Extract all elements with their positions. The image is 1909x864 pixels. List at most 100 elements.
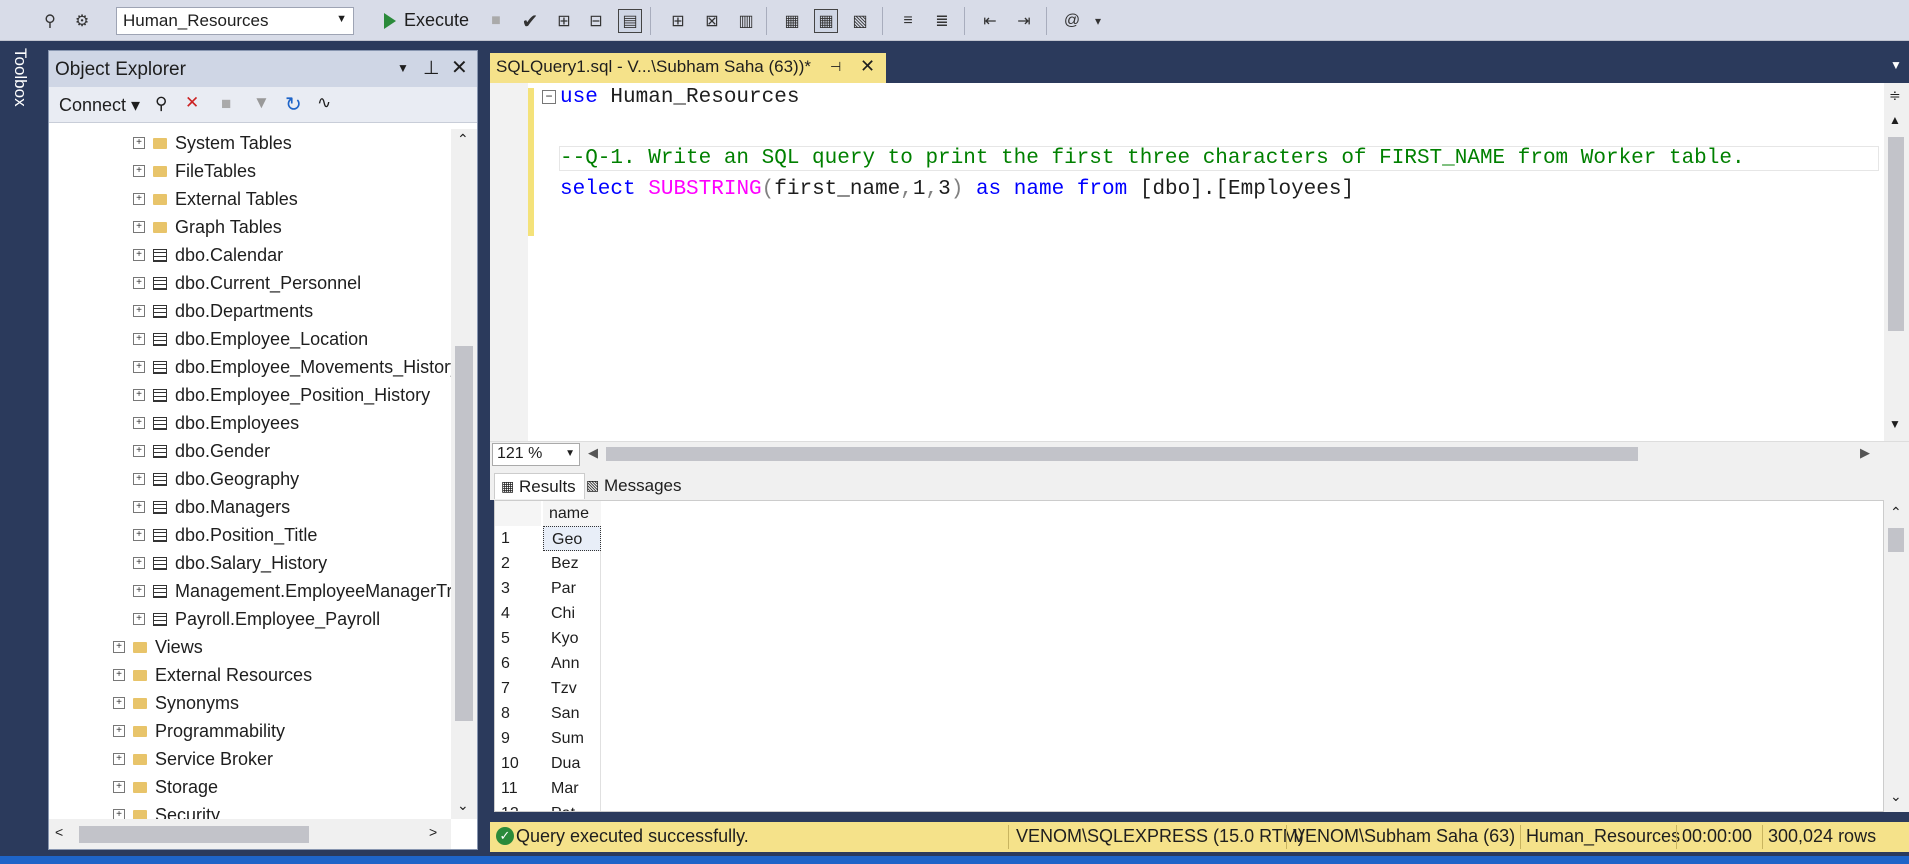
expand-icon[interactable]: + xyxy=(113,641,125,653)
connect-dropdown[interactable]: Connect ▾ xyxy=(59,95,140,116)
tree-item[interactable]: + dbo.Geography xyxy=(133,465,299,493)
result-cell[interactable]: Mar xyxy=(543,776,601,801)
results-file-icon[interactable]: ▧ xyxy=(848,9,872,33)
row-number[interactable]: 5 xyxy=(501,626,541,651)
result-cell[interactable]: Tzv xyxy=(543,676,601,701)
expand-icon[interactable]: + xyxy=(113,725,125,737)
row-number[interactable]: 1 xyxy=(501,526,541,551)
tree-item[interactable]: + System Tables xyxy=(133,129,292,157)
comment-icon[interactable]: ≡ xyxy=(896,9,920,33)
row-number[interactable]: 11 xyxy=(501,776,541,801)
expand-icon[interactable]: + xyxy=(133,137,145,149)
activity-monitor-icon[interactable]: ∿ xyxy=(317,93,331,113)
expand-icon[interactable]: + xyxy=(133,473,145,485)
tree-item[interactable]: + dbo.Employee_Location xyxy=(133,325,368,353)
expand-icon[interactable]: + xyxy=(133,557,145,569)
expand-icon[interactable]: + xyxy=(113,781,125,793)
expand-icon[interactable]: + xyxy=(133,361,145,373)
display-plan-icon[interactable]: ⊞ xyxy=(552,9,576,33)
scroll-up-icon[interactable]: ⌃ xyxy=(1890,504,1902,521)
editor-vertical-scrollbar[interactable]: ≑ ▲ ▼ xyxy=(1884,83,1909,441)
results-grid-icon[interactable]: ▦ xyxy=(814,9,838,33)
indent-icon[interactable]: ⇥ xyxy=(1012,9,1036,33)
tree-hscroll-thumb[interactable] xyxy=(79,826,309,843)
result-cell[interactable]: Sum xyxy=(543,726,601,751)
expand-icon[interactable]: + xyxy=(133,193,145,205)
live-stats-icon[interactable]: ⊠ xyxy=(700,9,724,33)
tree-item[interactable]: + Programmability xyxy=(113,717,285,745)
results-vertical-scrollbar[interactable]: ⌃ ⌄ xyxy=(1884,500,1909,812)
scroll-right-icon[interactable]: ▶ xyxy=(1860,445,1870,461)
expand-icon[interactable]: + xyxy=(133,277,145,289)
expand-icon[interactable]: + xyxy=(133,221,145,233)
plug-icon[interactable]: ⚲ xyxy=(155,94,167,114)
result-cell[interactable]: Geo xyxy=(543,526,601,551)
tree-item[interactable]: + Payroll.Employee_Payroll xyxy=(133,605,380,633)
tab-sqlquery1[interactable]: SQLQuery1.sql - V...\Subham Saha (63))* … xyxy=(490,53,886,83)
tree-item[interactable]: + dbo.Current_Personnel xyxy=(133,269,361,297)
disconnect-icon[interactable]: ✕ xyxy=(185,93,199,113)
expand-icon[interactable]: + xyxy=(133,249,145,261)
tree-item[interactable]: + External Tables xyxy=(133,185,298,213)
tree-item[interactable]: + dbo.Employee_Position_History xyxy=(133,381,430,409)
grid-corner[interactable] xyxy=(495,501,541,526)
expand-icon[interactable]: + xyxy=(133,501,145,513)
row-number[interactable]: 6 xyxy=(501,651,541,676)
tree-item[interactable]: + dbo.Calendar xyxy=(133,241,283,269)
expand-icon[interactable]: + xyxy=(133,165,145,177)
row-number[interactable]: 9 xyxy=(501,726,541,751)
include-plan-icon[interactable]: ⊞ xyxy=(666,9,690,33)
split-icon[interactable]: ≑ xyxy=(1889,87,1901,104)
result-cell[interactable]: Dua xyxy=(543,751,601,776)
tab-messages[interactable]: ▧ Messages xyxy=(580,473,689,499)
scroll-up-icon[interactable]: ⌃ xyxy=(457,131,469,148)
tree-item[interactable]: + dbo.Employees xyxy=(133,409,299,437)
tree-item[interactable]: + FileTables xyxy=(133,157,256,185)
close-tab-icon[interactable]: ✕ xyxy=(860,56,875,77)
filter-icon[interactable]: ▼ xyxy=(253,93,270,113)
expand-icon[interactable]: + xyxy=(133,613,145,625)
zoom-select[interactable]: 121 % ▼ xyxy=(492,443,580,466)
result-cell[interactable]: San xyxy=(543,701,601,726)
row-number[interactable]: 2 xyxy=(501,551,541,576)
result-cell[interactable]: Ann xyxy=(543,651,601,676)
tree-item[interactable]: + dbo.Position_Title xyxy=(133,521,317,549)
scroll-up-icon[interactable]: ▲ xyxy=(1889,113,1901,127)
tree-item[interactable]: + Security xyxy=(113,801,220,819)
editor-scroll-thumb[interactable] xyxy=(1888,137,1904,331)
tree-item[interactable]: + dbo.Departments xyxy=(133,297,313,325)
scroll-right-icon[interactable]: > xyxy=(429,824,437,840)
result-cell[interactable]: Pat xyxy=(543,801,601,811)
query-designer-icon[interactable]: ⊟ xyxy=(584,9,608,33)
expand-icon[interactable]: + xyxy=(133,417,145,429)
database-select[interactable]: Human_Resources ▼ xyxy=(116,7,354,35)
editor-hscroll-thumb[interactable] xyxy=(606,447,1638,461)
expand-icon[interactable]: + xyxy=(113,809,125,819)
tree-item[interactable]: + Synonyms xyxy=(113,689,239,717)
tree-item[interactable]: + External Resources xyxy=(113,661,312,689)
outdent-icon[interactable]: ⇤ xyxy=(978,9,1002,33)
stop-icon[interactable]: ■ xyxy=(221,94,231,114)
specify-values-icon[interactable]: @ xyxy=(1060,9,1084,33)
expand-icon[interactable]: + xyxy=(113,697,125,709)
scroll-left-icon[interactable]: < xyxy=(55,824,63,840)
result-cell[interactable]: Chi xyxy=(543,601,601,626)
row-number[interactable]: 4 xyxy=(501,601,541,626)
parse-check-icon[interactable]: ✔ xyxy=(518,9,542,33)
scroll-down-icon[interactable]: ▼ xyxy=(1889,417,1901,431)
collapse-icon[interactable]: − xyxy=(542,90,556,104)
expand-icon[interactable]: + xyxy=(133,389,145,401)
pin-icon[interactable]: ⊣ xyxy=(830,59,841,75)
results-to-icon[interactable]: ▤ xyxy=(618,9,642,33)
result-cell[interactable]: Kyo xyxy=(543,626,601,651)
tree-item[interactable]: + Storage xyxy=(113,773,218,801)
row-number[interactable]: 7 xyxy=(501,676,541,701)
tree-item[interactable]: + dbo.Gender xyxy=(133,437,270,465)
toolbar-overflow-icon[interactable]: ▾ xyxy=(1086,9,1110,33)
expand-icon[interactable]: + xyxy=(133,333,145,345)
expand-icon[interactable]: + xyxy=(113,669,125,681)
refresh-icon[interactable]: ↻ xyxy=(285,92,302,117)
row-number[interactable]: 10 xyxy=(501,751,541,776)
results-text-icon[interactable]: ▦ xyxy=(780,9,804,33)
results-grid[interactable]: name 1 Geo 2 Bez 3 Par 4 Chi 5 Kyo 6 Ann 7 Tzv 8 San 9 Sum… xyxy=(494,500,1884,812)
